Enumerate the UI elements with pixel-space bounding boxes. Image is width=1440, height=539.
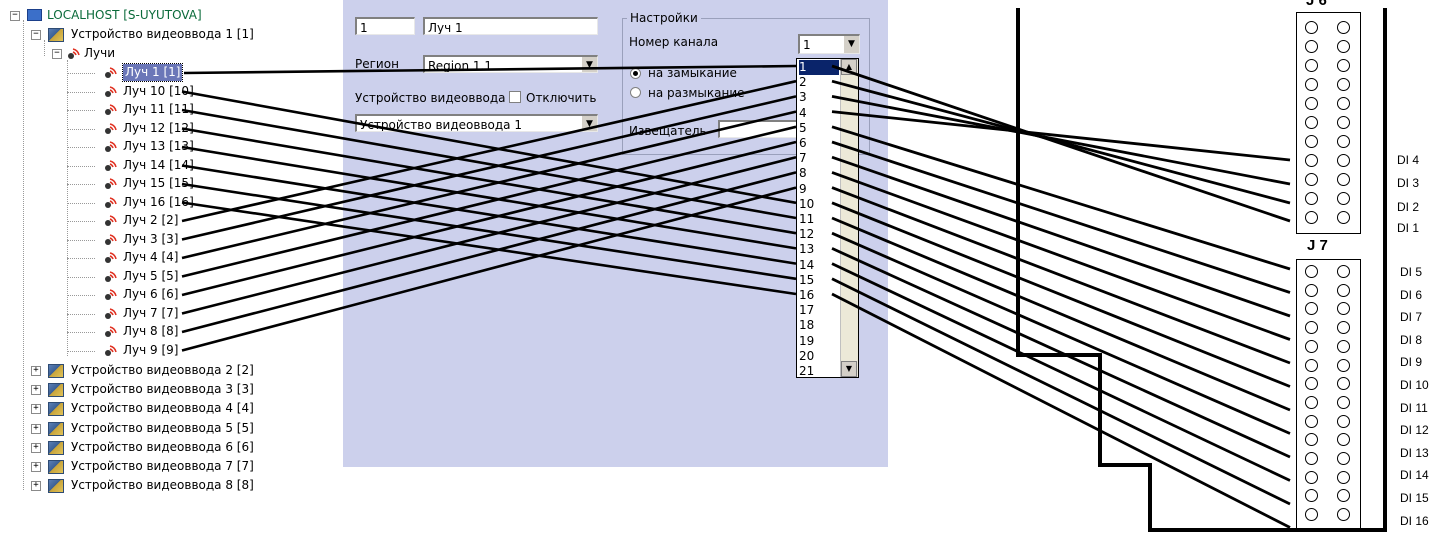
wire	[831, 155, 1291, 318]
wire	[831, 79, 1291, 205]
diagram-root: − LOCALHOST [S-UYUTOVA] − Устройство вид…	[0, 0, 1440, 539]
wire	[183, 64, 797, 75]
wire	[831, 186, 1291, 365]
wire	[831, 140, 1291, 294]
wire	[181, 186, 797, 352]
wire	[831, 247, 1291, 459]
wire	[831, 231, 1291, 435]
wire	[831, 292, 1291, 529]
wire	[181, 171, 797, 334]
wiring-overlay	[181, 64, 1291, 529]
wire	[181, 79, 797, 223]
wire	[831, 95, 1291, 186]
wire	[831, 110, 1291, 162]
